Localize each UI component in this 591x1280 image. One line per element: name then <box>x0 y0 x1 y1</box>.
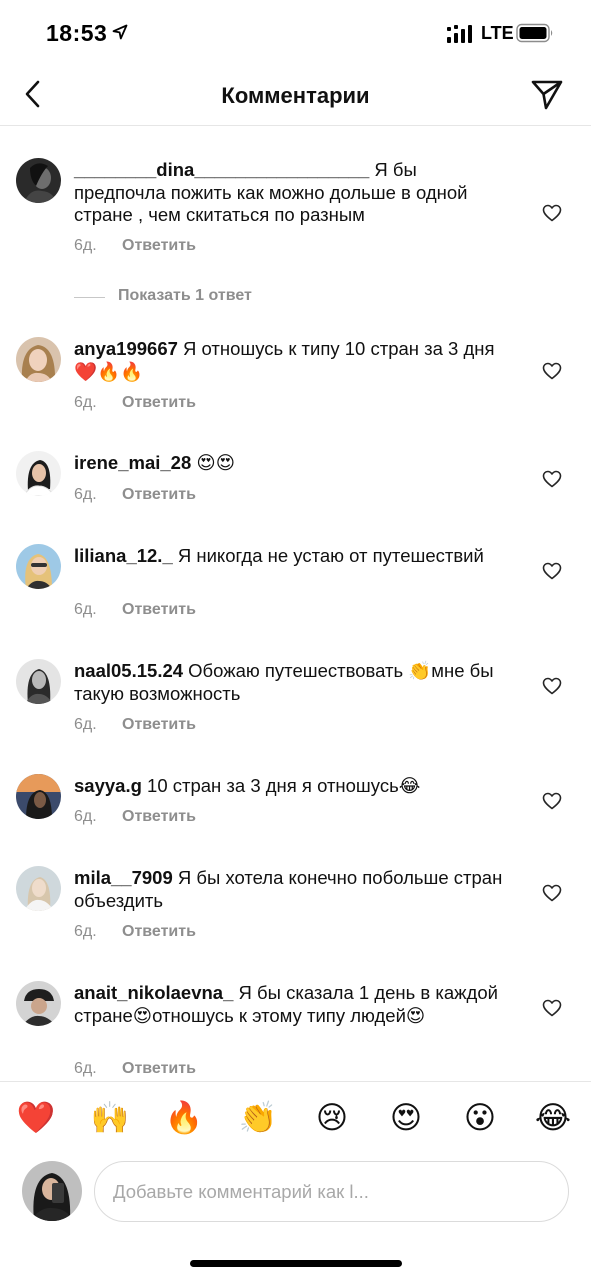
comment-body: 😍😍 <box>191 452 235 473</box>
comment-text: liliana_12._ Я никогда не устаю от путеш… <box>74 545 506 568</box>
send-icon[interactable] <box>530 78 564 112</box>
comment-text: anait_nikolaevna_ Я бы сказала 1 день в … <box>74 982 506 1027</box>
home-indicator <box>190 1260 402 1267</box>
comment-text: anya199667 Я отношусь к типу 10 стран за… <box>74 338 506 383</box>
reply-button[interactable]: Ответить <box>122 601 196 618</box>
heart-outline-icon[interactable] <box>542 792 562 810</box>
reply-button[interactable]: Ответить <box>122 237 196 254</box>
comment-text: naal05.15.24 Обожаю путешествовать 👏мне … <box>74 660 506 705</box>
reply-button[interactable]: Ответить <box>122 394 196 411</box>
avatar[interactable] <box>16 981 61 1026</box>
comment-username[interactable]: naal05.15.24 <box>74 660 183 681</box>
comment-username[interactable]: liliana_12._ <box>74 545 173 566</box>
comment-meta: 6д. Ответить <box>74 394 196 412</box>
comment-username[interactable]: sayya.g <box>74 775 142 796</box>
heart-outline-icon[interactable] <box>542 562 562 580</box>
comments-list: ________dina_________________ Я бы предп… <box>0 127 591 1081</box>
comment-time: 6д. <box>74 808 97 825</box>
avatar[interactable] <box>16 659 61 704</box>
avatar[interactable] <box>16 337 61 382</box>
heart-outline-icon[interactable] <box>542 677 562 695</box>
reply-button[interactable]: Ответить <box>122 486 196 503</box>
comment-time: 6д. <box>74 601 97 618</box>
emoji-clapping-button[interactable]: 👏 <box>238 1098 278 1138</box>
comment-composer <box>0 1153 591 1233</box>
comment-time: 6д. <box>74 716 97 733</box>
reply-button[interactable]: Ответить <box>122 1060 196 1077</box>
show-replies-label: Показать 1 ответ <box>118 287 252 304</box>
heart-outline-icon[interactable] <box>542 470 562 488</box>
heart-outline-icon[interactable] <box>542 204 562 222</box>
avatar[interactable] <box>16 866 61 911</box>
emoji-heart-eyes-button[interactable]: 😍 <box>386 1098 426 1138</box>
replies-divider <box>74 297 105 298</box>
comment-text: ________dina_________________ Я бы предп… <box>74 159 506 227</box>
quick-reaction-bar: ❤️ 🙌 🔥 👏 😢 😍 😮 😂 <box>0 1081 591 1153</box>
comment-text: mila__7909 Я бы хотела конечно побольше … <box>74 867 506 912</box>
network-label: LTE <box>481 23 514 43</box>
reply-button[interactable]: Ответить <box>122 808 196 825</box>
heart-outline-icon[interactable] <box>542 999 562 1017</box>
cellular-signal-icon <box>447 25 472 43</box>
emoji-fire-button[interactable]: 🔥 <box>164 1098 204 1138</box>
comment-text: sayya.g 10 стран за 3 дня я отношусь😂 <box>74 775 506 798</box>
my-avatar <box>22 1161 82 1221</box>
comment-meta: 6д. Ответить <box>74 486 196 504</box>
nav-bar: Комментарии <box>0 66 591 126</box>
emoji-surprised-button[interactable]: 😮 <box>460 1098 500 1138</box>
comment-username[interactable]: mila__7909 <box>74 867 173 888</box>
emoji-laughing-button[interactable]: 😂 <box>533 1098 573 1138</box>
comment-meta: 6д. Ответить <box>74 716 196 734</box>
comment-meta: 6д. Ответить <box>74 1060 196 1078</box>
comment-meta: 6д. Ответить <box>74 808 196 826</box>
comment-meta: 6д. Ответить <box>74 237 196 255</box>
comment-input[interactable] <box>94 1161 569 1222</box>
heart-outline-icon[interactable] <box>542 362 562 380</box>
comment-time: 6д. <box>74 1060 97 1077</box>
comment-body: 10 стран за 3 дня я отношусь😂 <box>141 775 421 796</box>
comment-username[interactable]: anya199667 <box>74 338 178 359</box>
status-bar: 18:53 LTE <box>0 0 591 66</box>
comment-time: 6д. <box>74 486 97 503</box>
avatar[interactable] <box>16 451 61 496</box>
comment-text: irene_mai_28 😍😍 <box>74 452 506 475</box>
comment-time: 6д. <box>74 394 97 411</box>
battery-icon <box>516 23 553 43</box>
emoji-crying-button[interactable]: 😢 <box>312 1098 352 1138</box>
avatar[interactable] <box>16 774 61 819</box>
reply-button[interactable]: Ответить <box>122 923 196 940</box>
comment-meta: 6д. Ответить <box>74 923 196 941</box>
comment-body: Я никогда не устаю от путешествий <box>172 545 484 566</box>
comment-time: 6д. <box>74 237 97 254</box>
location-arrow-icon <box>112 24 128 40</box>
emoji-heart-button[interactable]: ❤️ <box>16 1098 56 1138</box>
comment-username[interactable]: ________dina_________________ <box>74 159 369 180</box>
comment-username[interactable]: anait_nikolaevna_ <box>74 982 233 1003</box>
status-time: 18:53 <box>46 20 108 46</box>
emoji-raising-hands-button[interactable]: 🙌 <box>90 1098 130 1138</box>
comment-username[interactable]: irene_mai_28 <box>74 452 191 473</box>
comment-meta: 6д. Ответить <box>74 601 196 619</box>
avatar[interactable] <box>16 158 61 203</box>
page-title: Комментарии <box>221 83 370 108</box>
comment-time: 6д. <box>74 923 97 940</box>
reply-button[interactable]: Ответить <box>122 716 196 733</box>
avatar[interactable] <box>16 544 61 589</box>
heart-outline-icon[interactable] <box>542 884 562 902</box>
